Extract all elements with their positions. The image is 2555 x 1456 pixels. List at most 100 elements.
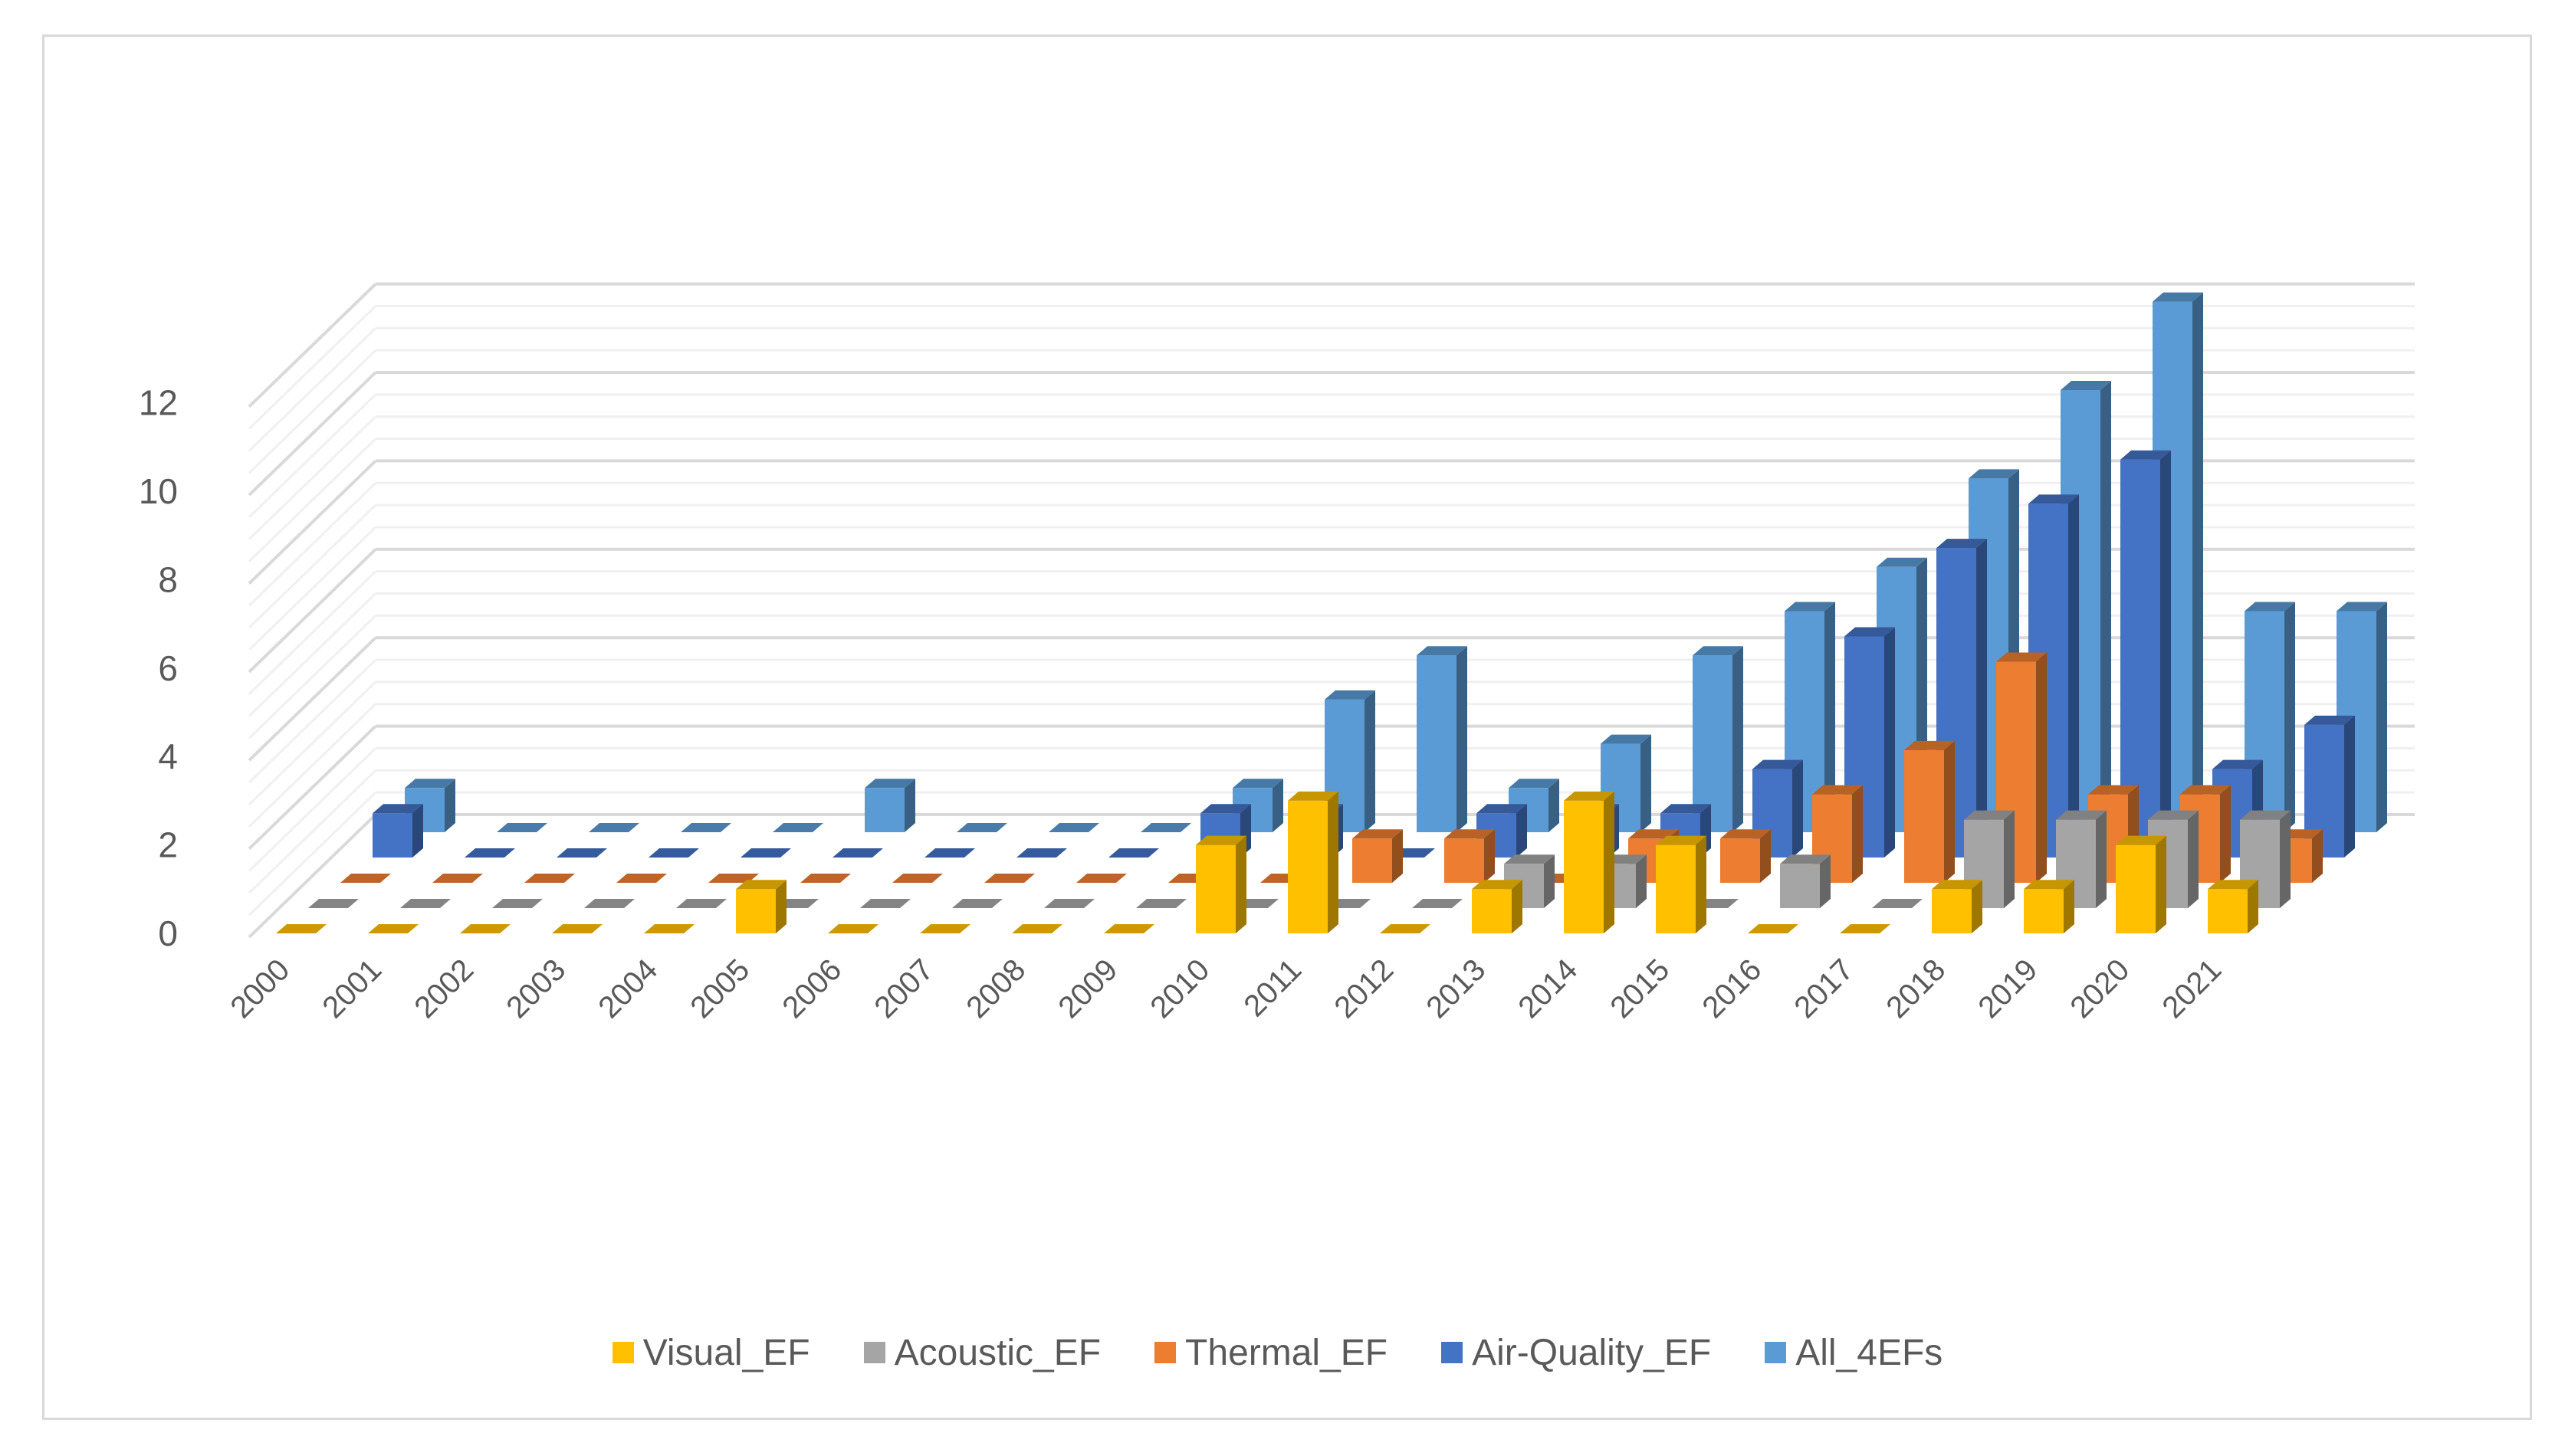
x-tick-label: 2020: [2064, 953, 2136, 1025]
y-tick-label: 0: [158, 913, 178, 953]
bar: [524, 874, 575, 883]
bar: [432, 874, 483, 883]
bar: [773, 823, 823, 832]
bar: [860, 899, 911, 908]
legend: Visual_EF Acoustic_EF Thermal_EF Air-Qualit…: [0, 1326, 2555, 1379]
bar: [368, 924, 419, 933]
bar: [308, 899, 359, 908]
bar: [465, 848, 515, 858]
bar: [984, 874, 1035, 883]
legend-item: Thermal_EF: [1154, 1332, 1388, 1374]
bar: [1417, 646, 1467, 832]
bar: [1932, 880, 1982, 933]
bar: [2116, 835, 2166, 933]
bar: [1352, 829, 1403, 883]
x-tick-label: 2015: [1604, 953, 1676, 1025]
x-tick-label: 2021: [2156, 953, 2228, 1025]
x-tick-label: 2002: [408, 953, 480, 1025]
bar: [1108, 848, 1159, 858]
bar: [800, 874, 851, 883]
bar: [1472, 880, 1522, 933]
bar: [833, 848, 883, 858]
legend-item: Acoustic_EF: [863, 1332, 1102, 1374]
bar: [497, 823, 547, 832]
bar: [1016, 848, 1067, 858]
bar: [1196, 835, 1246, 933]
x-tick-label: 2017: [1788, 953, 1860, 1025]
x-tick-label: 2012: [1328, 953, 1400, 1025]
bar: [952, 899, 1003, 908]
bar: [676, 899, 727, 908]
bar: [276, 924, 327, 933]
legend-label: Air-Quality_EF: [1472, 1332, 1712, 1373]
bar: [552, 924, 603, 933]
legend-item: Air-Quality_EF: [1441, 1332, 1711, 1374]
bar: [681, 823, 731, 832]
bar: [1564, 791, 1614, 933]
bar: [1076, 874, 1127, 883]
bar: [1012, 924, 1062, 933]
legend-label: Acoustic_EF: [894, 1332, 1102, 1373]
bar: [2024, 880, 2074, 933]
bar: [340, 874, 391, 883]
bar: [1720, 829, 1771, 883]
bar: [1840, 924, 1890, 933]
x-tick-label: 2000: [224, 953, 296, 1025]
bar: [1288, 791, 1338, 933]
bar: [373, 804, 423, 858]
x-tick-label: 2013: [1420, 953, 1492, 1025]
bar: [1136, 899, 1187, 908]
x-tick-label: 2014: [1512, 953, 1584, 1025]
legend-label: Thermal_EF: [1185, 1332, 1388, 1373]
bar: [1656, 835, 1706, 933]
x-tick-label: 2003: [500, 953, 572, 1025]
bar: [1904, 740, 1955, 883]
legend-swatch: [1765, 1342, 1787, 1363]
bar: [1748, 924, 1798, 933]
chart-plot: 024681012 2000 2001 2002 2003 2004 2005 2006 20…: [139, 282, 2415, 1025]
legend-label: All_4EFs: [1795, 1332, 1943, 1373]
bar: [741, 848, 791, 858]
y-tick-label: 2: [158, 825, 178, 865]
bar: [1412, 899, 1463, 908]
x-tick-label: 2018: [1880, 953, 1952, 1025]
bar: [1044, 899, 1095, 908]
bar: [644, 924, 695, 933]
x-tick-label: 2010: [1144, 953, 1216, 1025]
x-tick-label: 2001: [316, 953, 388, 1025]
x-tick-label: 2011: [1237, 953, 1308, 1023]
bar: [1872, 899, 1923, 908]
bar: [1444, 829, 1495, 883]
bar: [1141, 823, 1191, 832]
x-tick-label: 2005: [684, 953, 756, 1025]
bar: [828, 924, 878, 933]
x-tick-label: 2009: [1052, 953, 1124, 1025]
legend-swatch: [612, 1342, 634, 1363]
bar: [460, 924, 511, 933]
y-tick-label: 12: [139, 383, 178, 423]
bar: [584, 899, 635, 908]
legend-swatch: [1441, 1342, 1463, 1363]
bar: [557, 848, 607, 858]
x-tick-label: 2008: [960, 953, 1032, 1025]
chart-bars: [276, 292, 2387, 933]
bar: [892, 874, 943, 883]
legend-label: Visual_EF: [642, 1332, 810, 1373]
legend-swatch: [1154, 1342, 1177, 1363]
bar: [924, 848, 975, 858]
legend-swatch: [863, 1342, 885, 1363]
bar: [1380, 924, 1430, 933]
y-tick-label: 4: [158, 736, 178, 776]
legend-item: All_4EFs: [1765, 1332, 1943, 1374]
bar: [616, 874, 667, 883]
y-tick-label: 10: [139, 471, 178, 511]
legend-item: Visual_EF: [612, 1332, 810, 1374]
y-axis-ticks: 0 2 4 6 8 10 12: [139, 383, 178, 953]
bar: [492, 899, 543, 908]
x-tick-label: 2006: [776, 953, 848, 1025]
x-tick-label: 2004: [592, 953, 664, 1025]
bar: [736, 880, 787, 933]
bar: [649, 848, 699, 858]
bar: [589, 823, 639, 832]
bar: [957, 823, 1007, 832]
